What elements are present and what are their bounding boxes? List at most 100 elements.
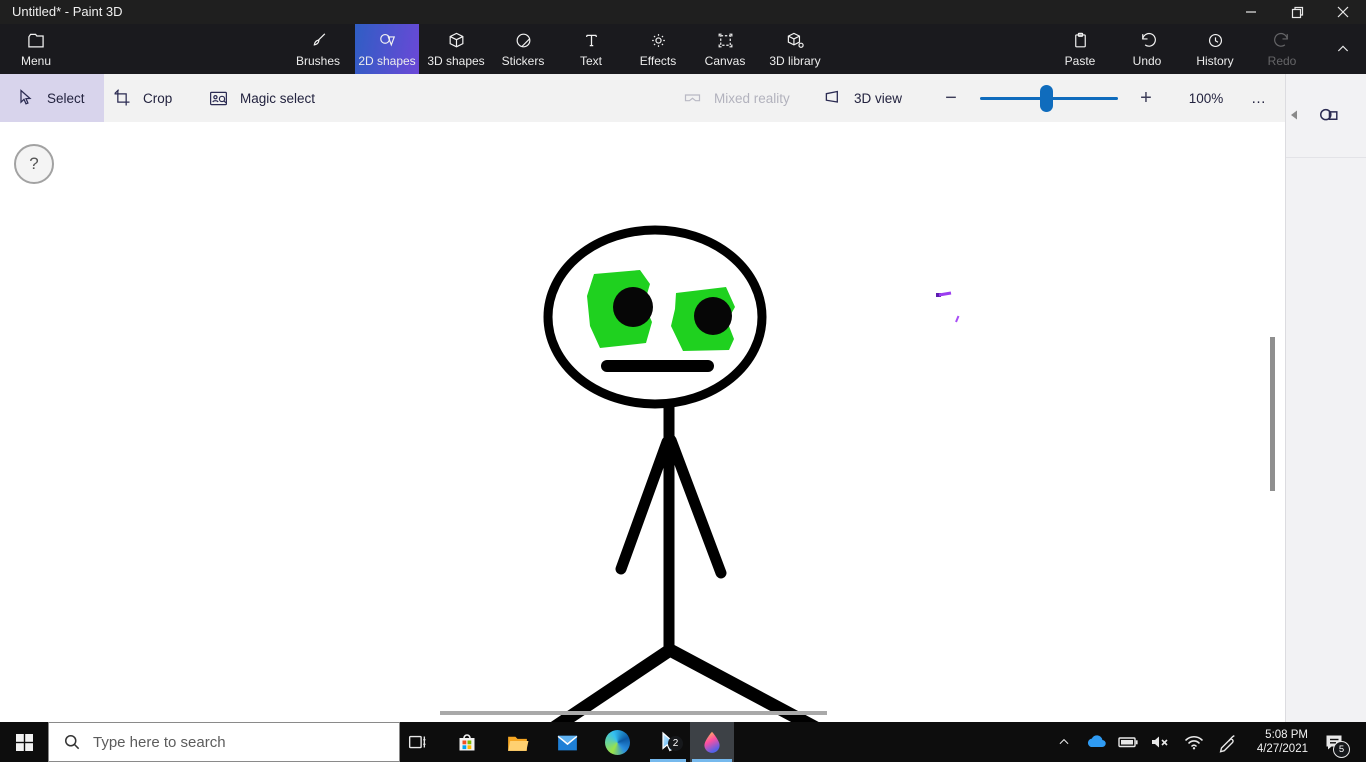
- title-bar: Untitled* - Paint 3D: [0, 0, 1366, 24]
- onedrive-cloud-icon: [1084, 730, 1108, 754]
- magic-select-tool-button[interactable]: Magic select: [208, 74, 338, 122]
- onedrive-tray-button[interactable]: [1082, 722, 1110, 762]
- panel-expand-button[interactable]: [1289, 108, 1301, 122]
- crop-tool-button[interactable]: Crop: [112, 74, 202, 122]
- ribbon-tool-text[interactable]: Text: [560, 24, 622, 74]
- windows-logo-icon: [16, 734, 33, 751]
- minimize-button[interactable]: [1228, 0, 1274, 24]
- zoom-level-value: 100%: [1189, 91, 1224, 106]
- stickers-icon: [514, 31, 533, 51]
- redo-icon: [1273, 31, 1292, 51]
- restore-button[interactable]: [1274, 0, 1320, 24]
- edge-icon: [605, 730, 630, 755]
- zoom-slider-thumb[interactable]: [1040, 85, 1053, 112]
- ribbon-tool-3d-library[interactable]: 3D library: [758, 24, 832, 74]
- chevron-left-icon: [1289, 109, 1299, 121]
- mixed-reality-button[interactable]: Mixed reality: [682, 74, 802, 122]
- panel-2d-shapes-button[interactable]: [1316, 103, 1342, 129]
- history-clock-icon: [1206, 31, 1225, 51]
- cursor-arrow-icon: [16, 88, 36, 108]
- magic-select-label: Magic select: [240, 91, 315, 106]
- wifi-icon: [1182, 730, 1206, 754]
- drawing-canvas[interactable]: ?: [0, 122, 1285, 722]
- edge-browser-button[interactable]: [597, 722, 637, 762]
- ribbon-action-history[interactable]: History: [1182, 24, 1248, 74]
- volume-tray-button[interactable]: [1146, 722, 1174, 762]
- canvas-icon: [716, 31, 735, 51]
- search-input[interactable]: [49, 733, 385, 752]
- zoom-out-button[interactable]: −: [938, 74, 964, 122]
- wifi-tray-button[interactable]: [1180, 722, 1208, 762]
- brush-icon: [309, 31, 328, 51]
- pen-icon: [1216, 731, 1238, 753]
- ellipsis-icon: …: [1251, 90, 1267, 107]
- paste-clipboard-icon: [1071, 31, 1090, 51]
- zoom-in-button[interactable]: +: [1132, 74, 1160, 122]
- clock-date: 4/27/2021: [1238, 742, 1308, 756]
- ribbon-action-undo[interactable]: Undo: [1115, 24, 1179, 74]
- paint3d-window: Untitled* - Paint 3D Menu Brushes: [0, 0, 1366, 762]
- select-tool-button[interactable]: Select: [0, 74, 104, 122]
- more-options-button[interactable]: …: [1244, 74, 1274, 122]
- shapes-2d-icon: [378, 31, 397, 51]
- menu-button[interactable]: Menu: [8, 24, 64, 74]
- ribbon-tool-2d-shapes[interactable]: 2D shapes: [355, 24, 419, 74]
- battery-tray-button[interactable]: [1114, 722, 1142, 762]
- zoom-level-button[interactable]: 100%: [1182, 74, 1230, 122]
- help-button[interactable]: ?: [14, 144, 54, 184]
- clock[interactable]: 5:08 PM 4/27/2021: [1238, 728, 1308, 756]
- crop-label: Crop: [143, 91, 172, 106]
- ribbon-action-paste[interactable]: Paste: [1048, 24, 1112, 74]
- ribbon-tool-effects[interactable]: Effects: [626, 24, 690, 74]
- ribbon-tool-stickers[interactable]: Stickers: [491, 24, 555, 74]
- action-center-button[interactable]: [1314, 722, 1354, 762]
- purple-mark-dash: [939, 293, 951, 295]
- 3d-view-icon: [822, 88, 843, 109]
- pinned-app-button[interactable]: 2: [648, 722, 688, 762]
- library-3d-icon: [786, 31, 805, 51]
- mixed-reality-goggles-icon: [682, 88, 703, 109]
- taskbar: 2 5:08 PM 4/2: [0, 722, 1366, 762]
- file-explorer-icon: [505, 730, 530, 755]
- ribbon: Menu Brushes 2D shapes 3D shapes Sticker: [0, 24, 1366, 74]
- 3d-view-button[interactable]: 3D view: [822, 74, 918, 122]
- task-view-icon: [406, 731, 428, 753]
- right-arm: [671, 440, 721, 573]
- tray-overflow-button[interactable]: [1052, 722, 1076, 762]
- file-explorer-button[interactable]: [497, 722, 537, 762]
- ribbon-tool-brushes[interactable]: Brushes: [286, 24, 350, 74]
- start-button[interactable]: [0, 722, 48, 762]
- ribbon-collapse-button[interactable]: [1326, 24, 1360, 74]
- paint3d-taskbar-button[interactable]: [690, 722, 734, 762]
- close-icon: [1337, 6, 1349, 18]
- ribbon-action-redo[interactable]: Redo: [1250, 24, 1314, 74]
- window-controls: [1228, 0, 1366, 24]
- paint3d-icon: [699, 729, 725, 755]
- magic-select-icon: [208, 88, 229, 109]
- left-pupil: [613, 287, 653, 327]
- select-label: Select: [47, 91, 85, 106]
- clock-time: 5:08 PM: [1238, 728, 1308, 742]
- task-view-button[interactable]: [397, 722, 437, 762]
- mail-button[interactable]: [547, 722, 587, 762]
- microsoft-store-button[interactable]: [447, 722, 487, 762]
- chevron-up-icon: [1335, 41, 1351, 57]
- vertical-scrollbar[interactable]: [1270, 337, 1275, 491]
- pen-tray-button[interactable]: [1214, 722, 1240, 762]
- search-icon: [62, 732, 82, 752]
- store-icon: [455, 730, 479, 754]
- ribbon-tool-3d-shapes[interactable]: 3D shapes: [423, 24, 489, 74]
- zoom-slider[interactable]: [980, 74, 1118, 122]
- side-panel-header: [1286, 74, 1366, 158]
- close-button[interactable]: [1320, 0, 1366, 24]
- minus-icon: −: [945, 87, 957, 110]
- purple-mark-tick: [956, 316, 959, 322]
- mixed-reality-label: Mixed reality: [714, 91, 790, 106]
- mail-icon: [555, 730, 580, 755]
- taskbar-search[interactable]: [48, 722, 400, 762]
- window-title: Untitled* - Paint 3D: [12, 4, 123, 19]
- volume-muted-icon: [1148, 730, 1172, 754]
- tool-options-bar: Select Crop Magic select Mixed reality 3: [0, 74, 1285, 122]
- ribbon-tool-canvas[interactable]: Canvas: [693, 24, 757, 74]
- left-arm: [621, 442, 667, 569]
